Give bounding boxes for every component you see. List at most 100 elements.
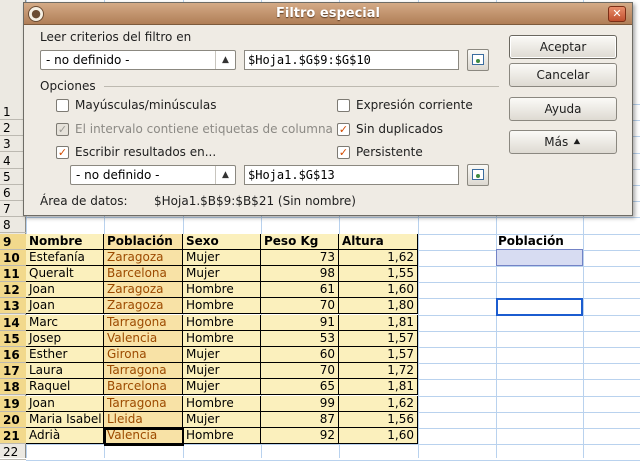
table-cell[interactable]: Tarragona (104, 314, 183, 331)
row-header[interactable]: 15 (0, 330, 26, 347)
row-header[interactable]: 17 (0, 363, 26, 380)
row-header[interactable]: 9 (0, 233, 26, 250)
table-cell[interactable]: Hombre (183, 298, 261, 315)
shrink-dialog-button-source[interactable] (467, 49, 489, 71)
cancel-button[interactable]: Cancelar (509, 63, 617, 87)
row-header[interactable]: 20 (0, 411, 26, 428)
table-cell[interactable]: Mujer (183, 249, 261, 266)
table-cell[interactable]: Hombre (183, 428, 261, 444)
row-header[interactable]: 14 (0, 314, 26, 331)
more-button[interactable]: Más ⯅ (509, 130, 617, 154)
table-cell[interactable]: 1,57 (339, 330, 418, 347)
table-cell[interactable]: Hombre (183, 395, 261, 412)
table-cell[interactable]: Estefanía (26, 249, 104, 266)
table-cell[interactable]: Mujer (183, 411, 261, 428)
table-cell[interactable]: 1,62 (339, 249, 418, 266)
persistent-checkbox[interactable]: ✓ (337, 146, 350, 159)
table-cell[interactable]: 1,72 (339, 363, 418, 380)
help-button[interactable]: Ayuda (509, 97, 617, 121)
table-cell[interactable]: Adrià (26, 428, 104, 444)
table-cell[interactable]: Hombre (183, 330, 261, 347)
table-cell[interactable]: 87 (261, 411, 339, 428)
table-cell[interactable]: Barcelona (104, 379, 183, 396)
table-cell[interactable]: Laura (26, 363, 104, 380)
copy-results-checkbox[interactable]: ✓ (56, 146, 69, 159)
row-header[interactable]: 12 (0, 282, 26, 299)
table-cell[interactable]: 92 (261, 428, 339, 444)
row-header[interactable]: 19 (0, 395, 26, 412)
table-cell[interactable]: 1,81 (339, 314, 418, 331)
table-cell[interactable]: Hombre (183, 314, 261, 331)
row-header[interactable]: 11 (0, 266, 26, 282)
options-label: Opciones (40, 79, 96, 93)
table-cell[interactable]: Marc (26, 314, 104, 331)
table-cell[interactable]: Joan (26, 282, 104, 299)
table-cell[interactable]: 1,81 (339, 379, 418, 396)
table-cell[interactable]: Lleida (104, 411, 183, 428)
table-cell[interactable]: 1,57 (339, 347, 418, 363)
table-cell[interactable]: Barcelona (104, 266, 183, 282)
dest-range-field[interactable]: $Hoja1.$G$13 (244, 165, 459, 185)
criteria-value-cell[interactable] (496, 249, 583, 266)
table-cell[interactable]: Zaragoza (104, 298, 183, 315)
row-header[interactable]: 21 (0, 428, 26, 444)
table-cell[interactable]: Zaragoza (104, 282, 183, 299)
table-cell[interactable]: Valencia (104, 330, 183, 347)
table-cell[interactable]: Joan (26, 298, 104, 315)
table-cell[interactable]: Hombre (183, 282, 261, 299)
source-range-combo[interactable]: - no definido - ▲ (40, 50, 236, 70)
accept-button[interactable]: Aceptar (509, 35, 617, 59)
table-header-cell[interactable]: Altura (339, 233, 418, 250)
table-cell[interactable]: Joan (26, 395, 104, 412)
table-cell[interactable]: Raquel (26, 379, 104, 396)
table-cell[interactable]: 1,60 (339, 282, 418, 299)
row-header[interactable]: 16 (0, 347, 26, 363)
table-cell[interactable]: 98 (261, 266, 339, 282)
dialog-titlebar: ● Filtro especial ✕ (24, 3, 632, 25)
table-cell[interactable]: 99 (261, 395, 339, 412)
table-cell[interactable]: 61 (261, 282, 339, 299)
table-cell[interactable]: 1,80 (339, 298, 418, 315)
table-cell[interactable]: 70 (261, 298, 339, 315)
row-header[interactable]: 13 (0, 298, 26, 315)
table-cell[interactable]: 91 (261, 314, 339, 331)
table-header-cell[interactable]: Sexo (183, 233, 261, 250)
table-cell[interactable]: 73 (261, 249, 339, 266)
table-cell[interactable]: 53 (261, 330, 339, 347)
header-labels-checkbox[interactable]: ✓ (56, 123, 69, 136)
table-cell[interactable]: Mujer (183, 379, 261, 396)
table-cell[interactable]: Maria Isabel (26, 411, 104, 428)
close-icon[interactable]: ✕ (608, 6, 626, 22)
row-header[interactable]: 8 (0, 217, 26, 234)
table-cell[interactable]: Josep (26, 330, 104, 347)
source-range-field[interactable]: $Hoja1.$G$9:$G$10 (244, 50, 459, 70)
table-cell[interactable]: Mujer (183, 347, 261, 363)
no-duplicates-checkbox[interactable]: ✓ (337, 123, 350, 136)
regex-checkbox[interactable] (337, 99, 350, 112)
criteria-header-cell[interactable]: Población (496, 233, 582, 249)
table-cell[interactable]: Girona (104, 347, 183, 363)
table-header-cell[interactable]: Población (104, 233, 183, 250)
table-header-cell[interactable]: Peso Kg (261, 233, 339, 250)
row-header[interactable]: 18 (0, 379, 26, 396)
output-cell-cursor[interactable] (496, 298, 583, 316)
dest-range-combo[interactable]: - no definido - ▲ (70, 165, 236, 185)
row-header[interactable]: 10 (0, 249, 26, 266)
case-sensitive-checkbox[interactable] (56, 99, 69, 112)
table-cell[interactable]: Mujer (183, 363, 261, 380)
table-cell[interactable]: 70 (261, 363, 339, 380)
shrink-dialog-button-dest[interactable] (467, 164, 489, 186)
table-cell[interactable]: 65 (261, 379, 339, 396)
table-cell[interactable]: Esther (26, 347, 104, 363)
table-cell[interactable]: 1,55 (339, 266, 418, 282)
table-cell[interactable]: 1,62 (339, 395, 418, 412)
table-cell[interactable]: 60 (261, 347, 339, 363)
table-cell[interactable]: Queralt (26, 266, 104, 282)
table-header-cell[interactable]: Nombre (26, 233, 104, 250)
table-cell[interactable]: 1,56 (339, 411, 418, 428)
table-cell[interactable]: Mujer (183, 266, 261, 282)
table-cell[interactable]: Zaragoza (104, 249, 183, 266)
table-cell[interactable]: Tarragona (104, 363, 183, 380)
table-cell[interactable]: Tarragona (104, 395, 183, 412)
table-cell[interactable]: 1,60 (339, 428, 418, 444)
